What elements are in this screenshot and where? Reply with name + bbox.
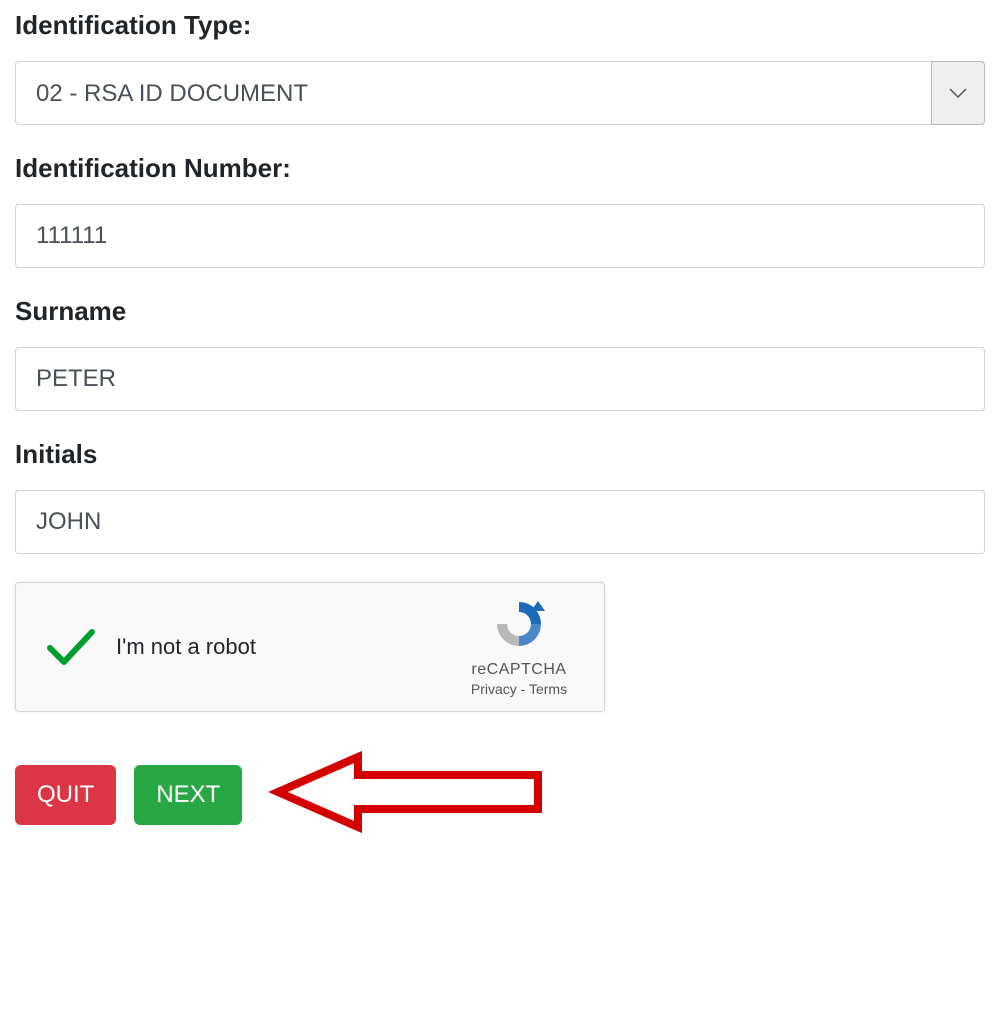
quit-button[interactable]: QUIT xyxy=(15,765,116,825)
initials-input[interactable] xyxy=(15,490,985,554)
id-type-label: Identification Type: xyxy=(15,10,985,41)
button-row: QUIT NEXT xyxy=(15,747,985,842)
recaptcha-widget[interactable]: I'm not a robot reCAPTCHA Privacy - Term… xyxy=(15,582,605,712)
surname-group: Surname xyxy=(15,296,985,411)
recaptcha-label: I'm not a robot xyxy=(96,634,454,660)
id-type-select-wrapper: 02 - RSA ID DOCUMENT xyxy=(15,61,985,125)
initials-group: Initials xyxy=(15,439,985,554)
annotation-arrow-icon xyxy=(268,747,548,842)
surname-label: Surname xyxy=(15,296,985,327)
checkmark-icon xyxy=(46,626,96,668)
recaptcha-brand: reCAPTCHA Privacy - Terms xyxy=(454,597,584,697)
recaptcha-links[interactable]: Privacy - Terms xyxy=(454,681,584,697)
initials-label: Initials xyxy=(15,439,985,470)
id-number-group: Identification Number: xyxy=(15,153,985,268)
id-number-label: Identification Number: xyxy=(15,153,985,184)
id-number-input[interactable] xyxy=(15,204,985,268)
next-button[interactable]: NEXT xyxy=(134,765,242,825)
recaptcha-brand-text: reCAPTCHA xyxy=(454,661,584,679)
id-type-select[interactable]: 02 - RSA ID DOCUMENT xyxy=(15,61,985,125)
id-type-group: Identification Type: 02 - RSA ID DOCUMEN… xyxy=(15,10,985,125)
recaptcha-logo-icon xyxy=(489,597,549,657)
surname-input[interactable] xyxy=(15,347,985,411)
